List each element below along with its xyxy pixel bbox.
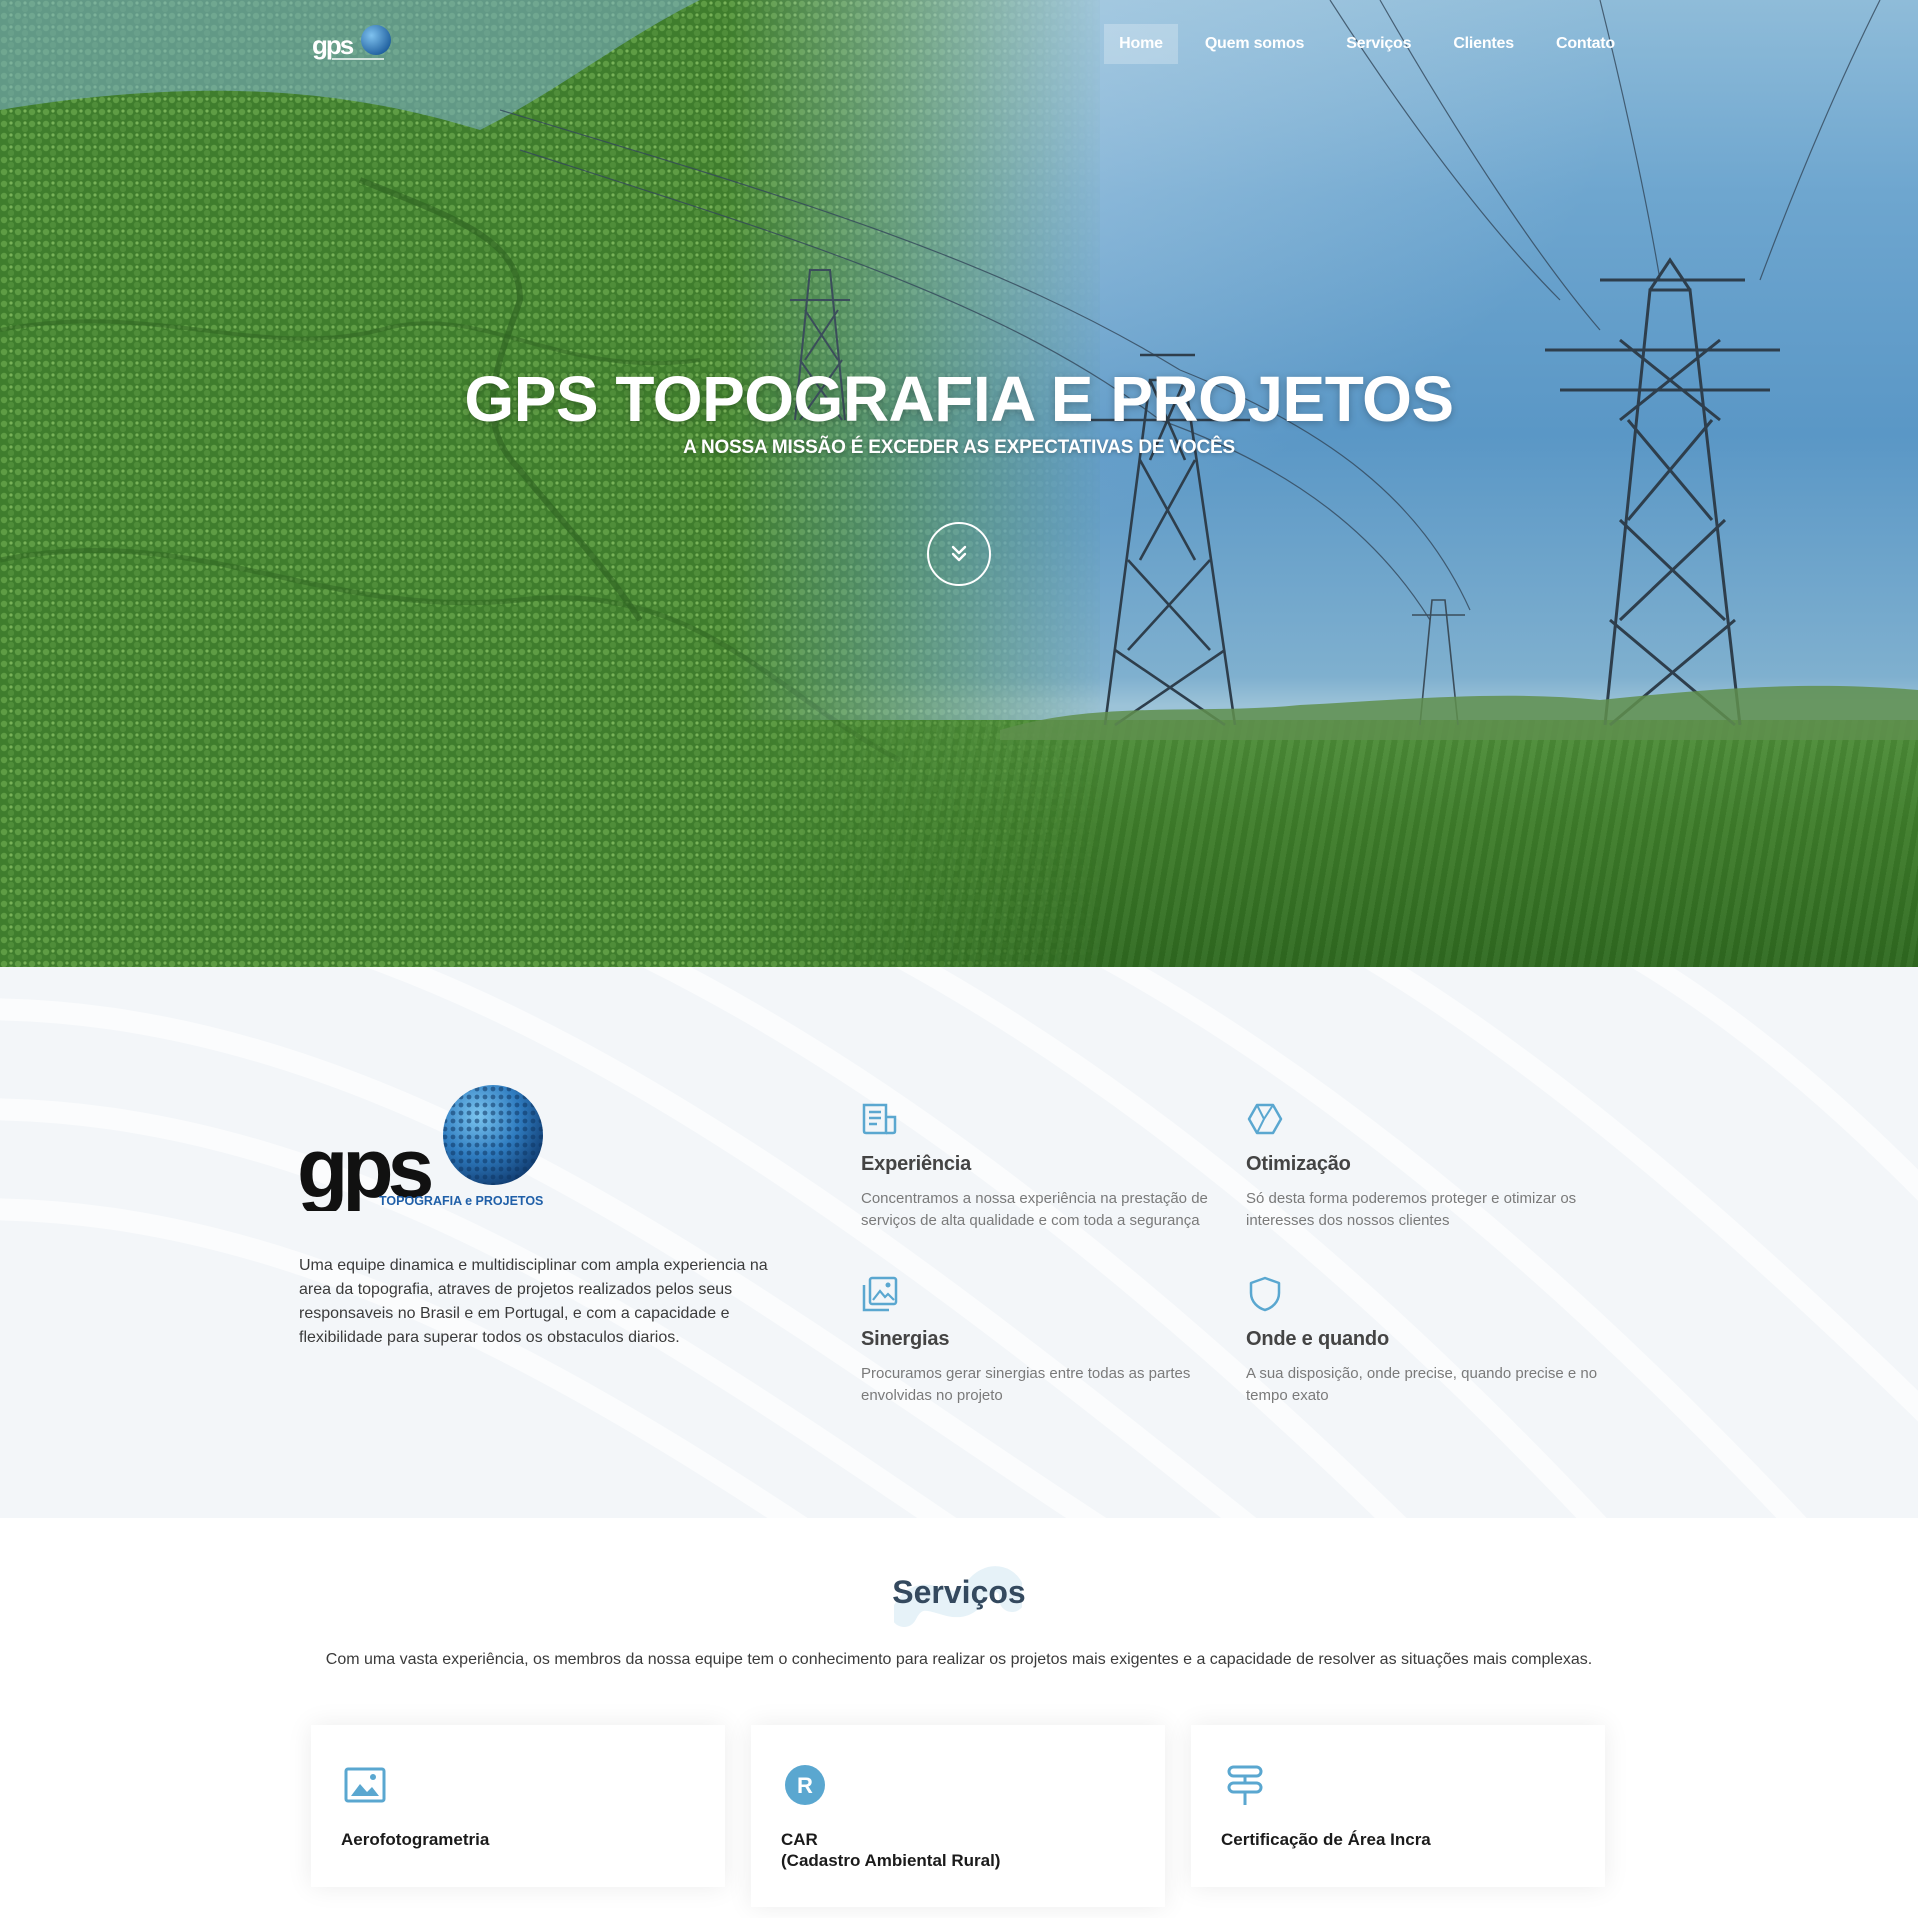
logo-tagline: TOPOGRAFIA e PROJETOS xyxy=(379,1194,543,1208)
scroll-down-button[interactable] xyxy=(927,522,991,586)
about-description: Uma equipe dinamica e multidisciplinar c… xyxy=(299,1257,768,1346)
feature-sinergias: Sinergias Procuramos gerar sinergias ent… xyxy=(861,1275,1231,1407)
service-card-car[interactable]: R CAR (Cadastro Ambiental Rural) xyxy=(751,1725,1165,1907)
services-description: Com uma vasta experiência, os membros da… xyxy=(325,1651,1593,1668)
svg-text:gps: gps xyxy=(312,30,354,60)
service-card-certificacao-incra[interactable]: Certificação de Área Incra xyxy=(1191,1725,1605,1887)
gps-logo-icon: gps xyxy=(312,25,391,60)
service-card-aerofotogrametria[interactable]: Aerofotogrametria xyxy=(311,1725,725,1887)
document-icon xyxy=(862,1103,897,1135)
feature-text: Concentramos a nossa experiência na pres… xyxy=(861,1190,1208,1229)
feature-experiencia: Experiência Concentramos a nossa experiê… xyxy=(861,1100,1231,1232)
registered-icon: R xyxy=(785,1765,825,1805)
hexagon-icon xyxy=(1247,1103,1283,1135)
main-nav: Home Quem somos Serviços Clientes Contat… xyxy=(1092,24,1630,64)
feature-text: Só desta forma poderemos proteger e otim… xyxy=(1246,1190,1577,1229)
feature-title: Onde e quando xyxy=(1246,1328,1389,1350)
nav-home[interactable]: Home xyxy=(1104,24,1178,64)
image-icon xyxy=(344,1767,386,1803)
shield-icon xyxy=(1249,1276,1281,1312)
nav-clientes[interactable]: Clientes xyxy=(1438,24,1529,64)
background-wave-pattern xyxy=(0,967,1918,1518)
feature-title: Otimização xyxy=(1246,1153,1351,1175)
feature-text: A sua disposição, onde precise, quando p… xyxy=(1246,1365,1598,1404)
hero-landscape-illustration xyxy=(0,0,1918,967)
feature-title: Sinergias xyxy=(861,1328,950,1350)
nav-servicos[interactable]: Serviços xyxy=(1331,24,1426,64)
service-name: Aerofotogrametria xyxy=(341,1830,490,1849)
chevron-double-down-icon xyxy=(951,545,967,562)
feature-onde-e-quando: Onde e quando A sua disposição, onde pre… xyxy=(1246,1275,1616,1407)
services-title: Serviços xyxy=(892,1566,1026,1627)
about-section: gps TOPOGRAFIA e PROJETOS Uma equipe din… xyxy=(0,967,1918,1518)
gps-globe-logo-icon: gps TOPOGRAFIA e PROJETOS xyxy=(297,1085,543,1215)
hero-title: GPS TOPOGRAFIA E PROJETOS xyxy=(464,363,1454,435)
feature-title: Experiência xyxy=(861,1153,972,1175)
nav-quem-somos[interactable]: Quem somos xyxy=(1190,24,1319,64)
svg-text:R: R xyxy=(797,1773,813,1798)
header-logo[interactable]: gps xyxy=(310,22,394,66)
signpost-icon xyxy=(1227,1765,1263,1805)
service-name: Certificação de Área Incra xyxy=(1221,1830,1431,1849)
hero-subtitle: A NOSSA MISSÃO É EXCEDER AS EXPECTATIVAS… xyxy=(683,437,1235,458)
feature-otimizacao: Otimização Só desta forma poderemos prot… xyxy=(1246,1100,1616,1232)
services-section: Serviços Com uma vasta experiência, os m… xyxy=(0,1518,1918,1918)
gallery-icon xyxy=(862,1276,898,1312)
about-logo: gps TOPOGRAFIA e PROJETOS xyxy=(297,1085,553,1215)
service-name: CAR (Cadastro Ambiental Rural) xyxy=(781,1830,1001,1870)
nav-contato[interactable]: Contato xyxy=(1541,24,1630,64)
hero-section: gps Home Quem somos Serviços Clientes Co… xyxy=(0,0,1918,967)
feature-text: Procuramos gerar sinergias entre todas a… xyxy=(861,1365,1191,1404)
